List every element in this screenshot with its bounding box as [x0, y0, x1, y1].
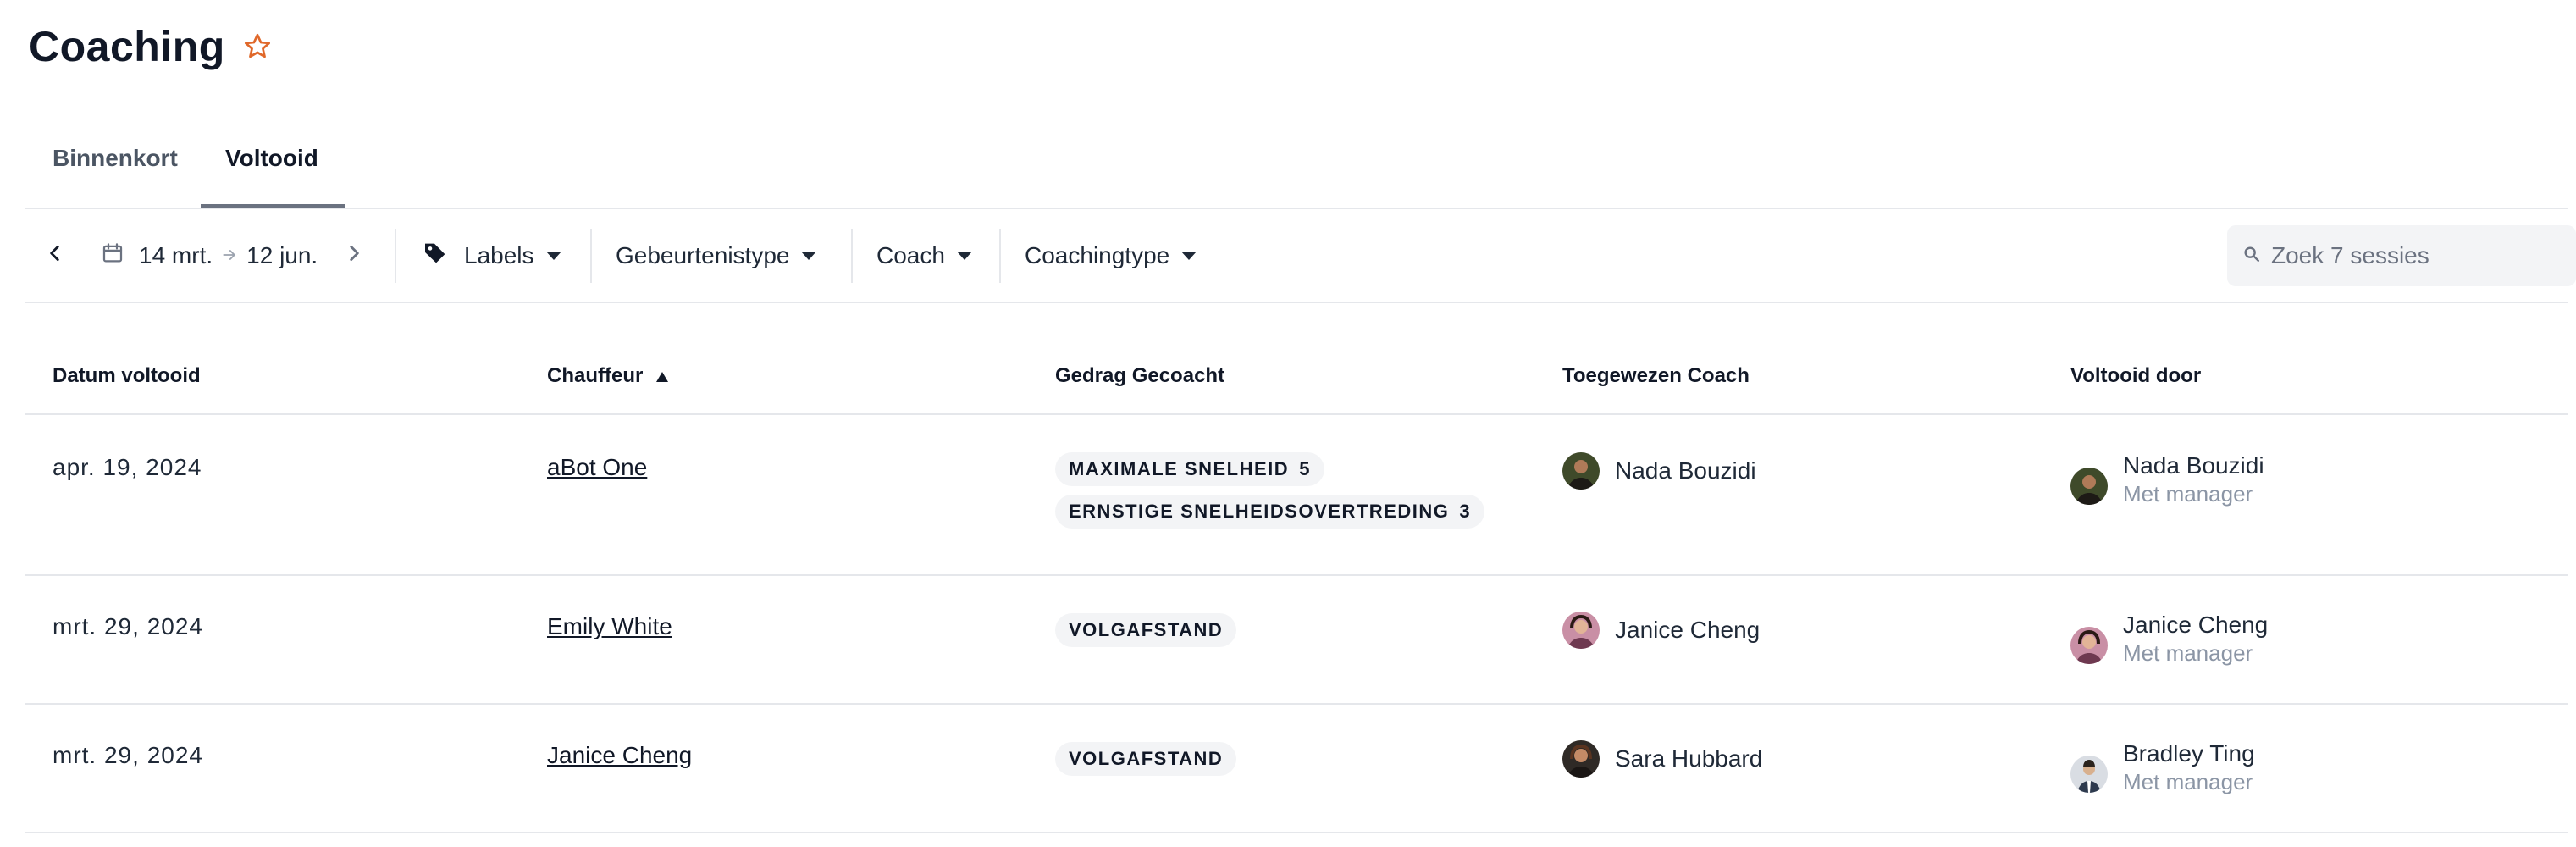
next-range-button[interactable] [343, 208, 365, 303]
avatar [2070, 467, 2108, 505]
driver-link[interactable]: Janice Cheng [547, 742, 692, 769]
completed-by: Bradley Ting Met manager [2070, 740, 2255, 795]
completed-date: mrt. 29, 2024 [53, 742, 203, 768]
filter-divider [999, 229, 1001, 283]
avatar [1562, 452, 1600, 490]
filter-divider [851, 229, 853, 283]
behavior-pill: ERNSTIGE SNELHEIDSOVERTREDING 3 [1055, 495, 1485, 529]
completed-date: mrt. 29, 2024 [53, 613, 203, 639]
date-range-picker[interactable]: 14 mrt. 12 jun. [100, 208, 318, 303]
search-icon [2242, 245, 2261, 268]
table-row[interactable]: mrt. 29, 2024 Emily White VOLGAFSTAND Ja… [25, 576, 2568, 705]
labels-filter[interactable]: Labels [422, 208, 561, 303]
coach-filter-label: Coach [876, 242, 945, 268]
coach-name: Nada Bouzidi [1615, 457, 1756, 484]
chevron-right-icon [343, 242, 365, 270]
avatar [2070, 755, 2108, 793]
tag-icon [422, 240, 449, 273]
filter-divider [590, 229, 592, 283]
arrow-right-icon [221, 242, 238, 269]
completed-date: apr. 19, 2024 [53, 454, 202, 480]
behavior-label: MAXIMALE SNELHEID [1069, 458, 1290, 479]
column-header-driver[interactable]: Chauffeur [547, 364, 669, 389]
tab-binnenkort[interactable]: Binnenkort [53, 145, 178, 172]
behavior-pill: VOLGAFSTAND [1055, 613, 1237, 647]
table-row[interactable]: mrt. 29, 2024 Janice Cheng VOLGAFSTAND S… [25, 705, 2568, 833]
calendar-icon [100, 241, 125, 272]
page-title: Coaching [29, 23, 225, 70]
coach-name: Sara Hubbard [1615, 745, 1763, 772]
completed-by-role: Met manager [2123, 481, 2253, 507]
caret-down-icon [545, 252, 561, 260]
previous-range-button[interactable] [44, 208, 66, 303]
completed-by-name: Nada Bouzidi [2123, 452, 2264, 479]
behavior-count: 3 [1459, 501, 1472, 522]
driver-link[interactable]: Emily White [547, 613, 672, 640]
avatar [1562, 740, 1600, 778]
caret-down-icon [801, 252, 817, 260]
behaviors-cell: VOLGAFSTAND [1055, 742, 1237, 784]
tab-bar: Binnenkort Voltooid [25, 140, 2568, 209]
coach-name: Janice Cheng [1615, 617, 1761, 643]
favorite-star-icon[interactable] [242, 31, 273, 62]
behavior-pill: VOLGAFSTAND [1055, 742, 1237, 776]
sort-ascending-icon [655, 365, 669, 389]
page-header: Coaching [29, 22, 273, 71]
behavior-label: ERNSTIGE SNELHEIDSOVERTREDING [1069, 501, 1450, 522]
driver-link[interactable]: aBot One [547, 454, 647, 481]
filter-divider [395, 229, 396, 283]
completed-by: Janice Cheng Met manager [2070, 612, 2268, 667]
behavior-count: 5 [1299, 458, 1311, 479]
completed-by-name: Bradley Ting [2123, 740, 2255, 767]
date-range-start: 14 mrt. [139, 242, 213, 268]
event-type-filter[interactable]: Gebeurtenistype [616, 208, 817, 303]
behavior-label: VOLGAFSTAND [1069, 619, 1224, 640]
assigned-coach: Sara Hubbard [1562, 740, 1762, 778]
tab-voltooid[interactable]: Voltooid [225, 145, 318, 172]
active-tab-indicator [201, 204, 345, 208]
search-input[interactable] [2271, 242, 2551, 269]
avatar [1562, 612, 1600, 649]
event-type-filter-label: Gebeurtenistype [616, 242, 790, 268]
completed-by-name: Janice Cheng [2123, 612, 2269, 638]
behaviors-cell: MAXIMALE SNELHEID 5 ERNSTIGE SNELHEIDSOVE… [1055, 452, 1485, 537]
completed-by-role: Met manager [2123, 640, 2253, 666]
column-header-behavior[interactable]: Gedrag Gecoacht [1055, 364, 1224, 388]
caret-down-icon [956, 252, 972, 260]
column-header-date[interactable]: Datum voltooid [53, 364, 201, 388]
coaching-type-filter[interactable]: Coachingtype [1025, 208, 1197, 303]
chevron-left-icon [44, 242, 66, 270]
avatar [2070, 626, 2108, 664]
behavior-label: VOLGAFSTAND [1069, 748, 1224, 769]
coaching-type-filter-label: Coachingtype [1025, 242, 1170, 268]
assigned-coach: Nada Bouzidi [1562, 452, 1756, 490]
behavior-pill: MAXIMALE SNELHEID 5 [1055, 452, 1324, 486]
completed-by: Nada Bouzidi Met manager [2070, 452, 2264, 507]
date-range-end: 12 jun. [246, 242, 318, 268]
table-row[interactable]: apr. 19, 2024 aBot One MAXIMALE SNELHEID… [25, 415, 2568, 576]
search-box[interactable] [2227, 225, 2576, 286]
filter-bar: 14 mrt. 12 jun. Labels Gebeurtenistype C… [25, 208, 2576, 303]
table-header: Datum voltooid Chauffeur Gedrag Gecoacht… [25, 339, 2568, 415]
behaviors-cell: VOLGAFSTAND [1055, 613, 1237, 656]
column-header-completed-by[interactable]: Voltooid door [2070, 364, 2201, 388]
column-header-driver-label: Chauffeur [547, 364, 644, 387]
assigned-coach: Janice Cheng [1562, 612, 1760, 649]
completed-by-role: Met manager [2123, 769, 2253, 794]
caret-down-icon [1181, 252, 1197, 260]
labels-filter-label: Labels [464, 242, 534, 268]
column-header-coach[interactable]: Toegewezen Coach [1562, 364, 1750, 388]
coach-filter[interactable]: Coach [876, 208, 972, 303]
